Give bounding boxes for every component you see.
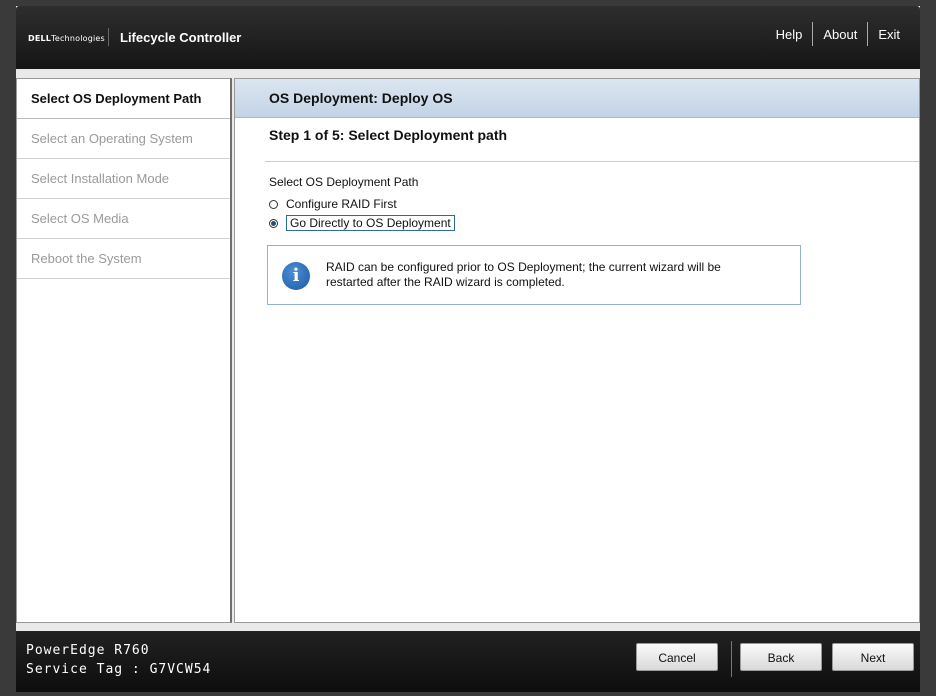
section-label: Select OS Deployment Path xyxy=(269,175,419,189)
page-title: OS Deployment: Deploy OS xyxy=(235,79,919,118)
app-title: Lifecycle Controller xyxy=(120,30,242,45)
back-button[interactable]: Back xyxy=(740,643,822,671)
option-configure-raid-first[interactable]: Configure RAID First xyxy=(269,197,397,211)
option-label: Go Directly to OS Deployment xyxy=(286,215,455,231)
header-bar: DELLTechnologies Lifecycle Controller He… xyxy=(16,6,920,69)
sidebar-item-select-installation-mode: Select Installation Mode xyxy=(17,159,230,199)
radio-button[interactable] xyxy=(269,199,278,209)
info-text: RAID can be configured prior to OS Deplo… xyxy=(326,260,721,289)
about-link[interactable]: About xyxy=(813,27,867,42)
sidebar-item-select-operating-system: Select an Operating System xyxy=(17,119,230,159)
help-link[interactable]: Help xyxy=(766,27,813,42)
footer-separator xyxy=(731,641,732,677)
main-panel: OS Deployment: Deploy OS Step 1 of 5: Se… xyxy=(234,78,920,623)
step-title: Step 1 of 5: Select Deployment path xyxy=(269,127,508,143)
info-message-box: i RAID can be configured prior to OS Dep… xyxy=(267,245,801,305)
sidebar-item-reboot-system: Reboot the System xyxy=(17,239,230,279)
lifecycle-controller-window: DELLTechnologies Lifecycle Controller He… xyxy=(16,6,920,692)
exit-link[interactable]: Exit xyxy=(868,27,910,42)
divider xyxy=(265,161,919,162)
top-links: Help About Exit xyxy=(766,22,910,46)
cancel-button[interactable]: Cancel xyxy=(636,643,718,671)
brand-divider xyxy=(108,28,109,46)
info-icon: i xyxy=(282,262,310,290)
wizard-steps-sidebar: Select OS Deployment Path Select an Oper… xyxy=(16,78,232,623)
sidebar-item-select-os-media: Select OS Media xyxy=(17,199,230,239)
option-label: Configure RAID First xyxy=(286,197,397,211)
option-go-directly-to-os-deployment[interactable]: Go Directly to OS Deployment xyxy=(269,215,455,231)
sidebar-item-select-os-deployment-path[interactable]: Select OS Deployment Path xyxy=(17,79,230,119)
model-name: PowerEdge R760 xyxy=(26,643,150,658)
system-info: PowerEdge R760 Service Tag : G7VCW54 xyxy=(26,641,211,679)
dell-technologies-logo: DELLTechnologies xyxy=(28,34,105,43)
next-button[interactable]: Next xyxy=(832,643,914,671)
footer-bar: PowerEdge R760 Service Tag : G7VCW54 Can… xyxy=(16,631,920,692)
radio-button-selected[interactable] xyxy=(269,218,278,228)
service-tag: Service Tag : G7VCW54 xyxy=(26,662,212,677)
